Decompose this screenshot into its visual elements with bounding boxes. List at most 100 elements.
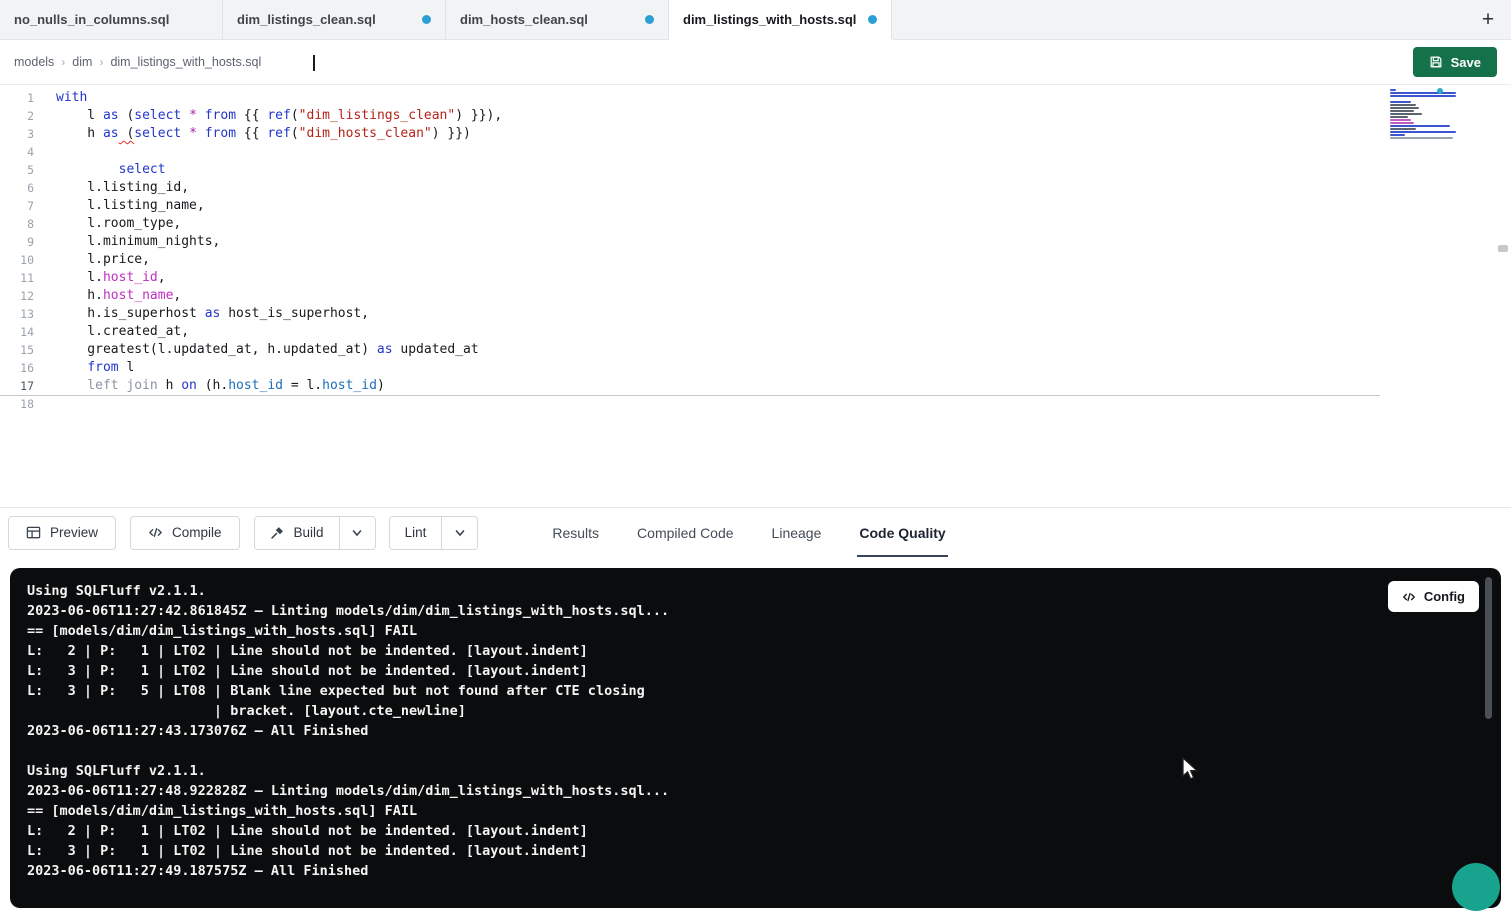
line-content	[34, 143, 56, 161]
tab-label: dim_hosts_clean.sql	[460, 12, 588, 27]
code-line[interactable]: 1with	[0, 89, 1380, 107]
save-label: Save	[1451, 55, 1481, 70]
code-line[interactable]: 9 l.minimum_nights,	[0, 233, 1380, 251]
code-line[interactable]: 2 l as (select * from {{ ref("dim_listin…	[0, 107, 1380, 125]
preview-button[interactable]: Preview	[8, 516, 116, 550]
code-line[interactable]: 16 from l	[0, 359, 1380, 377]
code-line[interactable]: 5 select	[0, 161, 1380, 179]
line-content: l.host_id,	[34, 269, 166, 287]
code-line[interactable]: 10 l.price,	[0, 251, 1380, 269]
result-tab-code-quality[interactable]: Code Quality	[857, 508, 947, 557]
code-line[interactable]: 18	[0, 395, 1380, 413]
compile-button[interactable]: Compile	[130, 516, 240, 550]
line-number: 5	[0, 161, 34, 179]
code-line[interactable]: 8 l.room_type,	[0, 215, 1380, 233]
line-number: 16	[0, 359, 34, 377]
line-number: 3	[0, 125, 34, 143]
terminal-line: L: 2 | P: 1 | LT02 | Line should not be …	[27, 641, 1501, 661]
minimap-dot	[1437, 88, 1443, 94]
editor-tab[interactable]: dim_listings_with_hosts.sql	[669, 0, 892, 39]
result-tab-compiled-code[interactable]: Compiled Code	[635, 508, 736, 557]
terminal-line: L: 2 | P: 1 | LT02 | Line should not be …	[27, 821, 1501, 841]
unsaved-dot	[422, 15, 431, 24]
editor-tab[interactable]: dim_hosts_clean.sql	[446, 0, 669, 39]
line-content: h.is_superhost as host_is_superhost,	[34, 305, 369, 323]
line-number: 11	[0, 269, 34, 287]
line-number: 13	[0, 305, 34, 323]
terminal-panel: Using SQLFluff v2.1.1. 2023-06-06T11:27:4…	[10, 568, 1501, 908]
config-label: Config	[1424, 589, 1465, 604]
line-content: greatest(l.updated_at, h.updated_at) as …	[34, 341, 479, 359]
terminal-line: == [models/dim/dim_listings_with_hosts.s…	[27, 621, 1501, 641]
preview-icon	[26, 525, 41, 540]
code-line[interactable]: 3 h as (select * from {{ ref("dim_hosts_…	[0, 125, 1380, 143]
result-tab-lineage[interactable]: Lineage	[770, 508, 824, 557]
code-line[interactable]: 13 h.is_superhost as host_is_superhost,	[0, 305, 1380, 323]
terminal-line: 2023-06-06T11:27:43.173076Z — All Finish…	[27, 721, 1501, 741]
line-number: 8	[0, 215, 34, 233]
breadcrumb-segment[interactable]: models	[14, 55, 54, 69]
line-number: 10	[0, 251, 34, 269]
build-split-button: Build	[254, 516, 376, 550]
config-button[interactable]: Config	[1388, 581, 1479, 612]
editor-scrollbar[interactable]	[1498, 245, 1508, 252]
line-number: 12	[0, 287, 34, 305]
breadcrumb-separator: ›	[61, 55, 65, 69]
tab-label: no_nulls_in_columns.sql	[14, 12, 169, 27]
line-number: 7	[0, 197, 34, 215]
code-line[interactable]: 6 l.listing_id,	[0, 179, 1380, 197]
line-content: select	[34, 161, 166, 179]
terminal-scrollbar[interactable]	[1485, 577, 1492, 719]
line-number: 6	[0, 179, 34, 197]
build-dropdown-button[interactable]	[339, 517, 375, 549]
compile-label: Compile	[172, 525, 222, 540]
code-line[interactable]: 15 greatest(l.updated_at, h.updated_at) …	[0, 341, 1380, 359]
terminal-line: Using SQLFluff v2.1.1.	[27, 761, 1501, 781]
line-number: 2	[0, 107, 34, 125]
breadcrumb-separator: ›	[99, 55, 103, 69]
terminal-line	[27, 741, 1501, 761]
terminal-line: Using SQLFluff v2.1.1.	[27, 581, 1501, 601]
line-content: l.listing_name,	[34, 197, 205, 215]
line-number: 9	[0, 233, 34, 251]
lint-button[interactable]: Lint	[390, 517, 442, 549]
build-button[interactable]: Build	[255, 517, 339, 549]
line-number: 18	[0, 395, 34, 413]
line-content: l.listing_id,	[34, 179, 189, 197]
breadcrumb-segment[interactable]: dim	[72, 55, 92, 69]
tab-bar-tabs: no_nulls_in_columns.sql dim_listings_clea…	[0, 0, 892, 39]
code-line[interactable]: 14 l.created_at,	[0, 323, 1380, 341]
result-tabs: Results Compiled Code Lineage Code Quality	[533, 508, 964, 557]
unsaved-dot	[868, 15, 877, 24]
line-content	[34, 395, 56, 413]
chevron-down-icon	[454, 527, 466, 539]
lint-dropdown-button[interactable]	[441, 517, 477, 549]
minimap[interactable]	[1390, 89, 1462, 142]
code-line[interactable]: 11 l.host_id,	[0, 269, 1380, 287]
code-icon	[1402, 590, 1416, 604]
line-content: with	[34, 89, 87, 107]
line-number: 17	[0, 377, 34, 395]
save-button[interactable]: Save	[1413, 47, 1497, 77]
tab-label: dim_listings_clean.sql	[237, 12, 376, 27]
code-line[interactable]: 4	[0, 143, 1380, 161]
unsaved-dot	[645, 15, 654, 24]
result-tab-results[interactable]: Results	[550, 508, 601, 557]
editor-tab[interactable]: no_nulls_in_columns.sql	[0, 0, 223, 39]
line-number: 1	[0, 89, 34, 107]
line-number: 4	[0, 143, 34, 161]
text-caret	[313, 55, 315, 71]
breadcrumb-segment[interactable]: dim_listings_with_hosts.sql	[110, 55, 261, 69]
code-editor[interactable]: 1with2 l as (select * from {{ ref("dim_l…	[0, 85, 1511, 508]
code-line[interactable]: 7 l.listing_name,	[0, 197, 1380, 215]
preview-label: Preview	[50, 525, 98, 540]
terminal-line: 2023-06-06T11:27:49.187575Z — All Finish…	[27, 861, 1501, 881]
tab-label: dim_listings_with_hosts.sql	[683, 12, 856, 27]
editor-tab[interactable]: dim_listings_clean.sql	[223, 0, 446, 39]
code-line[interactable]: 17 left join h on (h.host_id = l.host_id…	[0, 377, 1380, 395]
new-tab-button[interactable]: +	[1465, 0, 1511, 39]
code-line[interactable]: 12 h.host_name,	[0, 287, 1380, 305]
help-bubble[interactable]	[1452, 863, 1500, 911]
code-lines: 1with2 l as (select * from {{ ref("dim_l…	[0, 89, 1511, 413]
terminal-line: L: 3 | P: 1 | LT02 | Line should not be …	[27, 661, 1501, 681]
